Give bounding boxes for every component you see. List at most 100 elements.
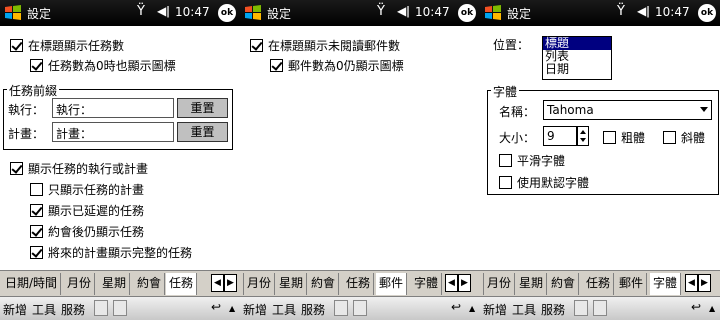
menu-services[interactable]: 服務 bbox=[301, 301, 325, 318]
tab-tasks[interactable]: 任務 bbox=[583, 273, 615, 295]
clock-time[interactable]: 10:47 bbox=[655, 5, 690, 19]
checkbox-box[interactable] bbox=[30, 59, 43, 72]
checkbox-show-exec-plan[interactable]: 顯示任務的執行或計畫 bbox=[10, 160, 148, 177]
checkbox-box[interactable] bbox=[499, 176, 512, 189]
checkbox-mail-icon-zero[interactable]: 郵件數為0仍顯示圖標 bbox=[270, 57, 404, 74]
font-name-combobox[interactable]: Tahoma bbox=[543, 100, 712, 120]
menu-tools[interactable]: 工具 bbox=[32, 301, 56, 318]
undo-icon[interactable]: ↩ bbox=[211, 300, 221, 314]
keyboard-icon[interactable] bbox=[574, 300, 588, 316]
volume-icon[interactable]: ◀ǀ bbox=[157, 4, 170, 18]
tab-week[interactable]: 星期 bbox=[276, 273, 308, 295]
tab-scroll-left-icon[interactable]: ◀ bbox=[685, 274, 698, 292]
tab-font[interactable]: 字體 bbox=[650, 273, 682, 295]
menu-services[interactable]: 服務 bbox=[61, 301, 85, 318]
checkbox-show-unread[interactable]: 在標題顯示未閱讀郵件數 bbox=[250, 37, 400, 54]
undo-icon[interactable]: ↩ bbox=[691, 300, 701, 314]
input-panel-icon[interactable] bbox=[113, 300, 127, 316]
checkbox-box[interactable] bbox=[603, 131, 616, 144]
checkbox-italic[interactable]: 斜體 bbox=[663, 129, 705, 146]
input-caret-icon[interactable]: ▲ bbox=[229, 304, 235, 313]
exec-reset-button[interactable]: 重置 bbox=[177, 98, 228, 118]
volume-icon[interactable]: ◀ǀ bbox=[637, 4, 650, 18]
checkbox-future-full[interactable]: 將來的計畫顯示完整的任務 bbox=[30, 244, 192, 261]
plan-reset-button[interactable]: 重置 bbox=[177, 122, 228, 142]
checkbox-only-plan[interactable]: 只顯示任務的計畫 bbox=[30, 181, 144, 198]
signal-off-icon[interactable]: Ÿ bbox=[377, 4, 385, 19]
menu-tools[interactable]: 工具 bbox=[272, 301, 296, 318]
tab-tasks[interactable]: 任務 bbox=[166, 273, 198, 295]
tab-scroll-right-icon[interactable]: ▶ bbox=[224, 274, 237, 292]
window-title: 設定 bbox=[507, 7, 532, 21]
checkbox-box[interactable] bbox=[10, 162, 23, 175]
checkbox-box[interactable] bbox=[30, 204, 43, 217]
exec-prefix-input[interactable]: 執行： bbox=[52, 98, 174, 118]
spin-up-icon[interactable] bbox=[580, 130, 586, 134]
windows-logo-icon[interactable] bbox=[243, 3, 263, 23]
menu-services[interactable]: 服務 bbox=[541, 301, 565, 318]
font-size-spinner[interactable] bbox=[577, 126, 589, 146]
plan-prefix-input[interactable]: 計畫： bbox=[52, 122, 174, 142]
checkbox-smooth-font[interactable]: 平滑字體 bbox=[499, 152, 565, 169]
input-caret-icon[interactable]: ▲ bbox=[469, 304, 475, 313]
ok-button[interactable]: ok bbox=[218, 4, 236, 22]
input-caret-icon[interactable]: ▲ bbox=[709, 304, 715, 313]
group-title: 任務前綴 bbox=[7, 82, 60, 99]
tab-mail[interactable]: 郵件 bbox=[376, 273, 408, 295]
volume-icon[interactable]: ◀ǀ bbox=[397, 4, 410, 18]
tab-month[interactable]: 月份 bbox=[484, 273, 516, 295]
tab-appointment[interactable]: 約會 bbox=[548, 273, 580, 295]
checkbox-bold[interactable]: 粗體 bbox=[603, 129, 645, 146]
tab-scroll-left-icon[interactable]: ◀ bbox=[445, 274, 458, 292]
tab-month[interactable]: 月份 bbox=[64, 273, 96, 295]
checkbox-label: 平滑字體 bbox=[517, 154, 566, 168]
checkbox-box[interactable] bbox=[10, 39, 23, 52]
checkbox-show-icon-zero[interactable]: 任務數為0時也顯示圖標 bbox=[30, 57, 176, 74]
tab-scroll-right-icon[interactable]: ▶ bbox=[698, 274, 711, 292]
signal-off-icon[interactable]: Ÿ bbox=[137, 4, 145, 19]
tab-datetime[interactable]: 日期/時間 bbox=[2, 273, 62, 295]
checkbox-box[interactable] bbox=[30, 225, 43, 238]
tab-appointment[interactable]: 約會 bbox=[308, 273, 340, 295]
menu-tools[interactable]: 工具 bbox=[512, 301, 536, 318]
font-size-input[interactable]: 9 bbox=[543, 126, 577, 146]
menu-new[interactable]: 新增 bbox=[3, 301, 27, 318]
checkbox-show-delayed[interactable]: 顯示已延遲的任務 bbox=[30, 202, 144, 219]
checkbox-box[interactable] bbox=[250, 39, 263, 52]
windows-logo-icon[interactable] bbox=[483, 3, 503, 23]
chevron-down-icon[interactable] bbox=[700, 107, 708, 112]
checkbox-after-appt[interactable]: 約會後仍顯示任務 bbox=[30, 223, 144, 240]
tab-scroll-right-icon[interactable]: ▶ bbox=[458, 274, 471, 292]
checkbox-box[interactable] bbox=[270, 59, 283, 72]
checkbox-default-font[interactable]: 使用默認字體 bbox=[499, 174, 589, 191]
tab-week[interactable]: 星期 bbox=[516, 273, 548, 295]
clock-time[interactable]: 10:47 bbox=[415, 5, 450, 19]
checkbox-box[interactable] bbox=[663, 131, 676, 144]
tab-month[interactable]: 月份 bbox=[244, 273, 276, 295]
tab-scroll-left-icon[interactable]: ◀ bbox=[211, 274, 224, 292]
tab-appointment[interactable]: 約會 bbox=[134, 273, 166, 295]
signal-off-icon[interactable]: Ÿ bbox=[617, 4, 625, 19]
tab-tasks[interactable]: 任務 bbox=[343, 273, 375, 295]
input-panel-icon[interactable] bbox=[353, 300, 367, 316]
position-option-date[interactable]: 日期 bbox=[543, 63, 611, 76]
ok-button[interactable]: ok bbox=[458, 4, 476, 22]
ok-button[interactable]: ok bbox=[698, 4, 716, 22]
checkbox-box[interactable] bbox=[499, 154, 512, 167]
checkbox-box[interactable] bbox=[30, 183, 43, 196]
spin-down-icon[interactable] bbox=[580, 138, 586, 142]
windows-logo-icon[interactable] bbox=[3, 3, 23, 23]
input-panel-icon[interactable] bbox=[593, 300, 607, 316]
menu-new[interactable]: 新增 bbox=[243, 301, 267, 318]
keyboard-icon[interactable] bbox=[94, 300, 108, 316]
position-listbox[interactable]: 標題 列表 日期 bbox=[542, 36, 612, 80]
checkbox-show-task-count[interactable]: 在標題顯示任務數 bbox=[10, 37, 124, 54]
tab-font[interactable]: 字體 bbox=[411, 273, 443, 295]
checkbox-box[interactable] bbox=[30, 246, 43, 259]
menu-new[interactable]: 新增 bbox=[483, 301, 507, 318]
tab-mail[interactable]: 郵件 bbox=[616, 273, 648, 295]
keyboard-icon[interactable] bbox=[334, 300, 348, 316]
clock-time[interactable]: 10:47 bbox=[175, 5, 210, 19]
tab-week[interactable]: 星期 bbox=[99, 273, 131, 295]
undo-icon[interactable]: ↩ bbox=[451, 300, 461, 314]
